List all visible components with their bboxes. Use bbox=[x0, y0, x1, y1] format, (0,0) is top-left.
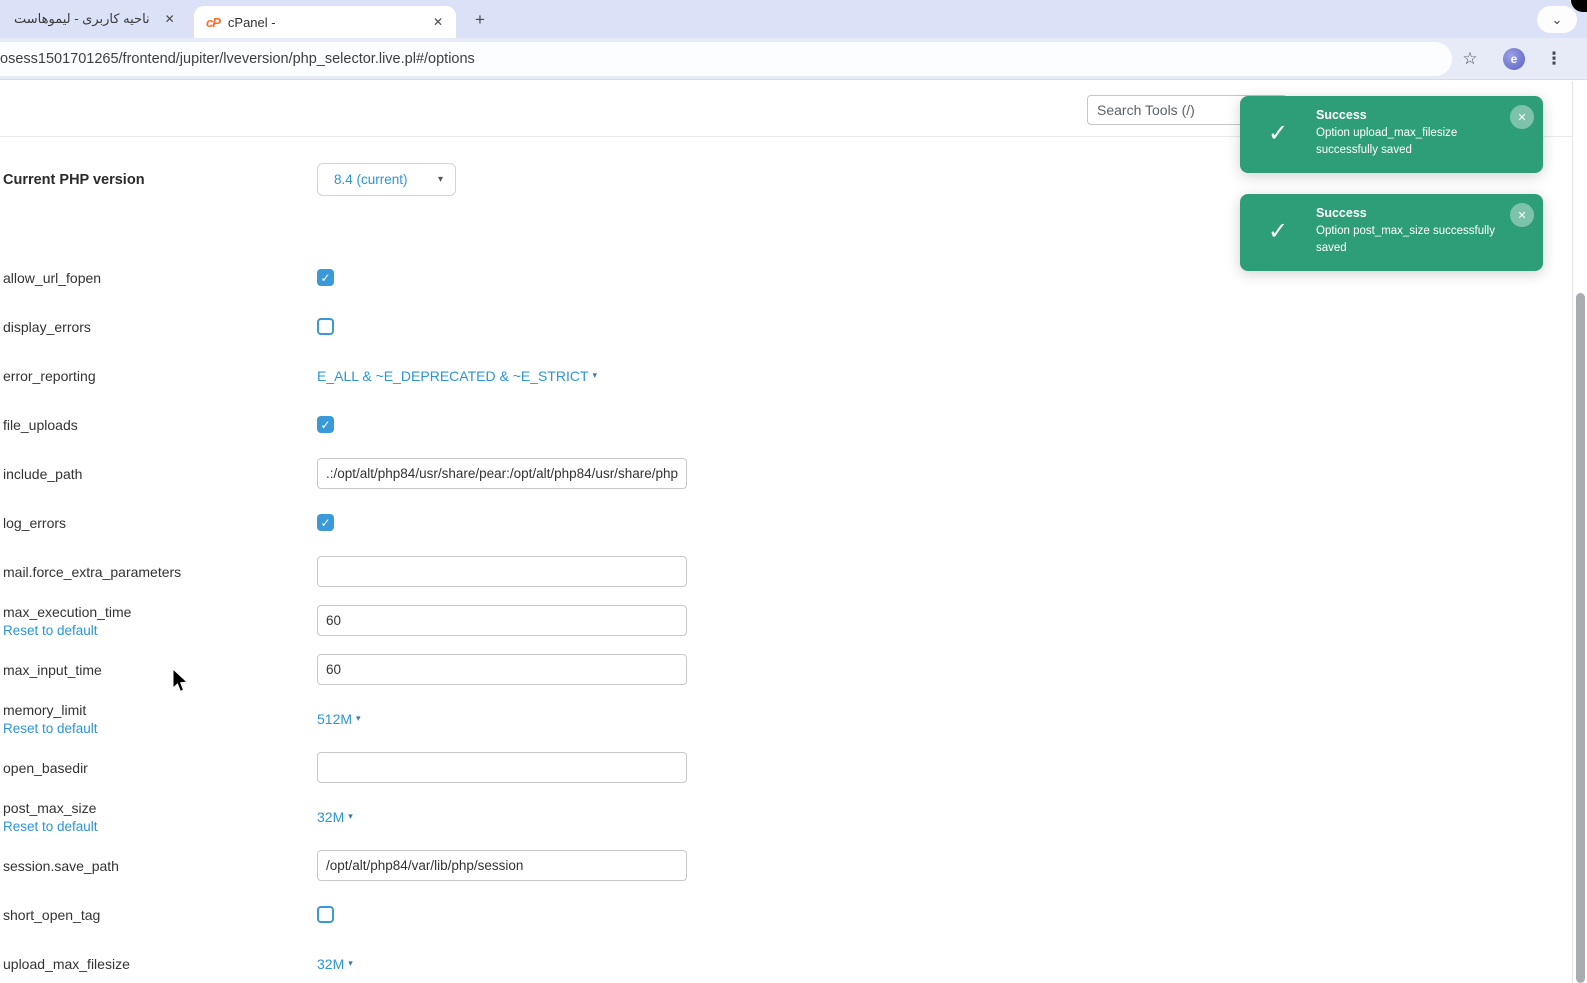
close-toast-icon[interactable]: ✕ bbox=[1510, 203, 1534, 227]
tab-title: ناحیه کاربری - لیموهاست bbox=[14, 11, 150, 26]
current-php-version-label: Current PHP version bbox=[3, 171, 145, 188]
option-row-file_uploads: file_uploads ✓ bbox=[0, 400, 1100, 449]
toast-title: Success bbox=[1316, 108, 1367, 122]
option-label: upload_max_filesize bbox=[3, 955, 130, 972]
option-row-max_execution_time: max_execution_time Reset to default bbox=[0, 596, 1100, 645]
caret-down-icon: ▾ bbox=[356, 713, 361, 723]
option-label: file_uploads bbox=[3, 416, 78, 433]
option-row-log_errors: log_errors ✓ bbox=[0, 498, 1100, 547]
option-label: mail.force_extra_parameters bbox=[3, 563, 182, 580]
option-label: log_errors bbox=[3, 514, 67, 531]
checkbox-log_errors[interactable]: ✓ bbox=[317, 514, 334, 531]
input-max_input_time[interactable] bbox=[317, 654, 687, 685]
input-mail.force_extra_parameters[interactable] bbox=[317, 556, 687, 587]
input-max_execution_time[interactable] bbox=[317, 605, 687, 636]
caret-down-icon: ▾ bbox=[348, 811, 353, 821]
caret-down-icon: ▾ bbox=[348, 958, 353, 968]
option-label: short_open_tag bbox=[3, 906, 101, 923]
tab-cpanel[interactable]: cP cPanel - ✕ bbox=[194, 6, 456, 38]
input-open_basedir[interactable] bbox=[317, 752, 687, 783]
php-options-list: allow_url_fopen ✓ display_errors error_repo… bbox=[0, 253, 1100, 983]
option-row-mail.force_extra_parameters: mail.force_extra_parameters bbox=[0, 547, 1100, 596]
scrollbar-track bbox=[1572, 81, 1587, 983]
dropdown-memory_limit[interactable]: 512M ▾ bbox=[317, 711, 361, 727]
option-row-short_open_tag: short_open_tag bbox=[0, 890, 1100, 939]
current-php-version-row: Current PHP version 8.4 (current) ▾ bbox=[0, 163, 1300, 196]
url-text: osess1501701265/frontend/jupiter/lvevers… bbox=[0, 51, 475, 67]
toast-message: Option post_max_size successfully saved bbox=[1316, 225, 1495, 255]
option-row-allow_url_fopen: allow_url_fopen ✓ bbox=[0, 253, 1100, 302]
option-row-error_reporting: error_reporting E_ALL & ~E_DEPRECATED & ~… bbox=[0, 351, 1100, 400]
option-row-upload_max_filesize: upload_max_filesize 32M ▾ bbox=[0, 939, 1100, 983]
reset-to-default-link[interactable]: Reset to default bbox=[3, 721, 98, 736]
checkbox-display_errors[interactable] bbox=[317, 318, 334, 335]
browser-toolbar: osess1501701265/frontend/jupiter/lvevers… bbox=[0, 38, 1587, 80]
option-row-max_input_time: max_input_time bbox=[0, 645, 1100, 694]
input-session.save_path[interactable] bbox=[317, 850, 687, 881]
toast-message: Option upload_max_filesize successfully … bbox=[1316, 127, 1458, 157]
option-label: max_execution_time bbox=[3, 603, 132, 620]
browser-tab-strip: ناحیه کاربری - لیموهاست ✕ cP cPanel - ✕ … bbox=[0, 0, 1587, 38]
checkbox-short_open_tag[interactable] bbox=[317, 906, 334, 923]
option-label: display_errors bbox=[3, 318, 91, 335]
close-tab-icon[interactable]: ✕ bbox=[162, 11, 178, 27]
option-row-memory_limit: memory_limit Reset to default 512M ▾ bbox=[0, 694, 1100, 743]
tab-user-area[interactable]: ناحیه کاربری - لیموهاست ✕ bbox=[0, 0, 190, 38]
address-bar[interactable]: osess1501701265/frontend/jupiter/lvevers… bbox=[0, 42, 1452, 76]
option-label: error_reporting bbox=[3, 367, 96, 384]
scrollbar-thumb[interactable] bbox=[1576, 293, 1585, 983]
browser-menu-icon[interactable]: ⋮ bbox=[1542, 47, 1566, 71]
option-label: memory_limit bbox=[3, 701, 87, 718]
checkbox-file_uploads[interactable]: ✓ bbox=[317, 416, 334, 433]
option-label: post_max_size bbox=[3, 799, 97, 816]
option-row-post_max_size: post_max_size Reset to default 32M ▾ bbox=[0, 792, 1100, 841]
close-tab-icon[interactable]: ✕ bbox=[430, 14, 446, 30]
cpanel-favicon-icon: cP bbox=[206, 14, 221, 30]
tab-search-chevron-button[interactable]: ⌄ bbox=[1537, 6, 1577, 33]
php-version-dropdown[interactable]: 8.4 (current) ▾ bbox=[317, 163, 456, 196]
reset-to-default-link[interactable]: Reset to default bbox=[3, 623, 98, 638]
check-icon: ✓ bbox=[1267, 218, 1289, 246]
dropdown-upload_max_filesize[interactable]: 32M ▾ bbox=[317, 956, 353, 972]
close-toast-icon[interactable]: ✕ bbox=[1510, 105, 1534, 129]
option-row-display_errors: display_errors bbox=[0, 302, 1100, 351]
reset-to-default-link[interactable]: Reset to default bbox=[3, 819, 98, 834]
toast-upload-max-filesize: ✓ Success Option upload_max_filesize suc… bbox=[1240, 96, 1543, 173]
new-tab-button[interactable]: + bbox=[468, 8, 492, 32]
caret-down-icon: ▾ bbox=[437, 174, 443, 185]
extension-icon[interactable]: e bbox=[1502, 47, 1526, 71]
checkbox-allow_url_fopen[interactable]: ✓ bbox=[317, 269, 334, 286]
option-row-include_path: include_path bbox=[0, 449, 1100, 498]
option-label: open_basedir bbox=[3, 759, 88, 776]
option-label: max_input_time bbox=[3, 661, 102, 678]
option-label: allow_url_fopen bbox=[3, 269, 102, 286]
option-label: include_path bbox=[3, 465, 83, 482]
option-row-open_basedir: open_basedir bbox=[0, 743, 1100, 792]
dropdown-error_reporting[interactable]: E_ALL & ~E_DEPRECATED & ~E_STRICT ▾ bbox=[317, 368, 597, 384]
caret-down-icon: ▾ bbox=[592, 370, 598, 380]
dropdown-post_max_size[interactable]: 32M ▾ bbox=[317, 809, 353, 825]
option-row-session.save_path: session.save_path bbox=[0, 841, 1100, 890]
input-include_path[interactable] bbox=[317, 458, 687, 489]
bookmark-star-icon[interactable]: ☆ bbox=[1458, 47, 1482, 71]
toast-title: Success bbox=[1316, 206, 1367, 220]
tab-title: cPanel - bbox=[227, 14, 276, 30]
check-icon: ✓ bbox=[1267, 120, 1289, 148]
toast-post-max-size: ✓ Success Option post_max_size successfu… bbox=[1240, 194, 1543, 271]
option-label: session.save_path bbox=[3, 857, 119, 874]
